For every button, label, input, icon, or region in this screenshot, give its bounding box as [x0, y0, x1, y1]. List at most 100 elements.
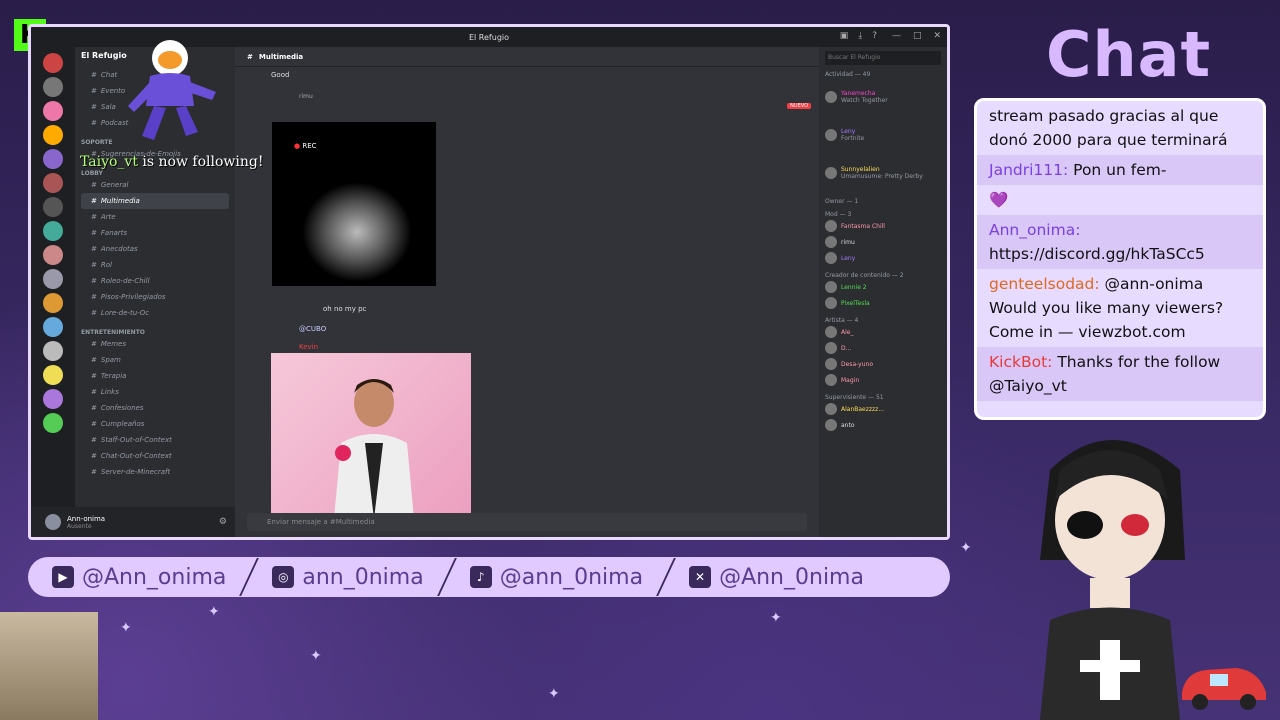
channel-item[interactable]: # Roleo-de-Chill	[81, 273, 229, 289]
astronaut-sticker	[128, 40, 216, 140]
activity-card[interactable]: Sunnyelalien Umamusume: Pretty Derby	[825, 154, 941, 192]
channel-item[interactable]: # Links	[81, 384, 229, 400]
instagram-icon: ◎	[272, 566, 295, 588]
server-icon[interactable]	[43, 101, 63, 121]
inbox-icon[interactable]: ▣	[840, 31, 849, 41]
server-icon[interactable]	[43, 413, 63, 433]
social-link[interactable]: ✕ @Ann_0nima	[689, 565, 864, 590]
maximize-icon[interactable]: □	[913, 31, 922, 41]
server-icon[interactable]	[43, 221, 63, 241]
channel-item[interactable]: # Anecdotas	[81, 241, 229, 257]
channel-item[interactable]: # Chat-Out-of-Context	[81, 448, 229, 464]
member-item[interactable]: Desa-yuno	[825, 356, 941, 372]
hash-icon: #	[91, 356, 97, 364]
server-icon[interactable]	[43, 53, 63, 73]
server-icon[interactable]	[43, 341, 63, 361]
social-handle: @ann_0nima	[499, 564, 644, 590]
server-icon[interactable]	[43, 293, 63, 313]
channel-item[interactable]: # Spam	[81, 352, 229, 368]
channel-label: Staff-Out-of-Context	[100, 436, 172, 444]
server-icon[interactable]	[43, 389, 63, 409]
server-icon[interactable]	[43, 269, 63, 289]
server-icon[interactable]	[43, 173, 63, 193]
hash-icon: #	[91, 436, 97, 444]
channel-item[interactable]: # General	[81, 177, 229, 193]
message-input[interactable]: Enviar mensaje a #Multimedia	[247, 513, 807, 531]
server-icon[interactable]	[43, 77, 63, 97]
download-icon[interactable]: ⤓	[858, 31, 862, 41]
member-item[interactable]: Ale_	[825, 324, 941, 340]
activity-card[interactable]: Leny Fortnite	[825, 116, 941, 154]
channel-item[interactable]: # Terapia	[81, 368, 229, 384]
member-item[interactable]: Fantasma Chill	[825, 218, 941, 234]
window-buttons: — □ ✕	[892, 31, 941, 41]
search-input[interactable]: Buscar El Refugio	[825, 51, 941, 65]
server-icon[interactable]	[43, 365, 63, 385]
channel-item[interactable]: # Server-de-Minecraft	[81, 464, 229, 480]
member-item[interactable]: Magin	[825, 372, 941, 388]
social-handle: ann_0nima	[302, 564, 424, 590]
member-item[interactable]: D...	[825, 340, 941, 356]
member-item[interactable]: rimu	[825, 234, 941, 250]
star-decoration: ✦	[208, 604, 220, 620]
hash-icon: #	[91, 340, 97, 348]
channel-label: Server-de-Minecraft	[100, 468, 171, 476]
x-icon: ✕	[689, 566, 712, 588]
mention[interactable]: @CUBO	[299, 325, 326, 333]
channel-item[interactable]: # Pisos-Privilegiados	[81, 289, 229, 305]
hash-icon: #	[91, 119, 97, 127]
channel-label: Terapia	[100, 372, 127, 380]
channel-label: Arte	[100, 213, 116, 221]
channel-item[interactable]: # Arte	[81, 209, 229, 225]
channel-label: Links	[100, 388, 119, 396]
member-list: Buscar El Refugio Actividad — 49 Yanemec…	[819, 47, 947, 537]
attachment-image[interactable]	[271, 353, 471, 519]
star-decoration: ✦	[310, 648, 322, 664]
member-item[interactable]: anto	[825, 417, 941, 433]
avatar[interactable]	[45, 514, 61, 530]
channel-item[interactable]: # Multimedia	[81, 193, 229, 209]
new-badge: NUEVO	[787, 103, 811, 109]
hash-icon: #	[91, 372, 97, 380]
server-icon[interactable]	[43, 197, 63, 217]
category-lobby[interactable]: LOBBY	[81, 170, 229, 177]
member-item[interactable]: Lennie 2	[825, 279, 941, 295]
hash-icon: #	[91, 293, 97, 301]
chat-message: KickBot: Thanks for the follow @Taiyo_vt	[977, 347, 1263, 401]
chat-message: stream pasado gracias al que donó 2000 p…	[977, 101, 1263, 155]
social-handle: @Ann_onima	[82, 564, 227, 590]
member-item[interactable]: PixelTesla	[825, 295, 941, 311]
channel-item[interactable]: # Fanarts	[81, 225, 229, 241]
channel-item[interactable]: # Rol	[81, 257, 229, 273]
close-icon[interactable]: ✕	[933, 31, 941, 41]
attachment-image[interactable]: ● REC	[271, 121, 437, 287]
settings-gear-icon[interactable]: ⚙	[219, 517, 227, 527]
social-link[interactable]: ◎ ann_0nima	[272, 564, 424, 590]
social-handle: @Ann_0nima	[719, 564, 864, 590]
server-icon[interactable]	[43, 149, 63, 169]
channel-item[interactable]: # Staff-Out-of-Context	[81, 432, 229, 448]
activity-card[interactable]: Yanemecha Watch Together	[825, 78, 941, 116]
help-icon[interactable]: ?	[872, 31, 877, 41]
server-icon[interactable]	[43, 245, 63, 265]
social-link[interactable]: ▶ @Ann_onima	[52, 565, 226, 590]
user-status: Ausente	[67, 522, 92, 530]
channel-label: Lore-de-tu-Oc	[100, 309, 150, 317]
category-entretenimiento[interactable]: ENTRETENIMIENTO	[81, 329, 229, 336]
channel-item[interactable]: # Confesiones	[81, 400, 229, 416]
minimize-icon[interactable]: —	[892, 31, 901, 41]
user-panel: Ann-onima Ausente ⚙	[31, 507, 235, 537]
webcam-pet	[0, 612, 98, 720]
channel-item[interactable]: # Cumpleaños	[81, 416, 229, 432]
chat-box: stream pasado gracias al que donó 2000 p…	[974, 98, 1266, 420]
message-author[interactable]: Kevin	[299, 343, 318, 351]
member-item[interactable]: Leny	[825, 250, 941, 266]
chat-username: Jandri111:	[989, 161, 1069, 179]
hash-icon: #	[91, 103, 97, 111]
server-icon[interactable]	[43, 125, 63, 145]
server-icon[interactable]	[43, 317, 63, 337]
member-item[interactable]: AlanBaezzzz...	[825, 401, 941, 417]
social-link[interactable]: ♪ @ann_0nima	[469, 564, 644, 590]
channel-item[interactable]: # Memes	[81, 336, 229, 352]
channel-item[interactable]: # Lore-de-tu-Oc	[81, 305, 229, 321]
